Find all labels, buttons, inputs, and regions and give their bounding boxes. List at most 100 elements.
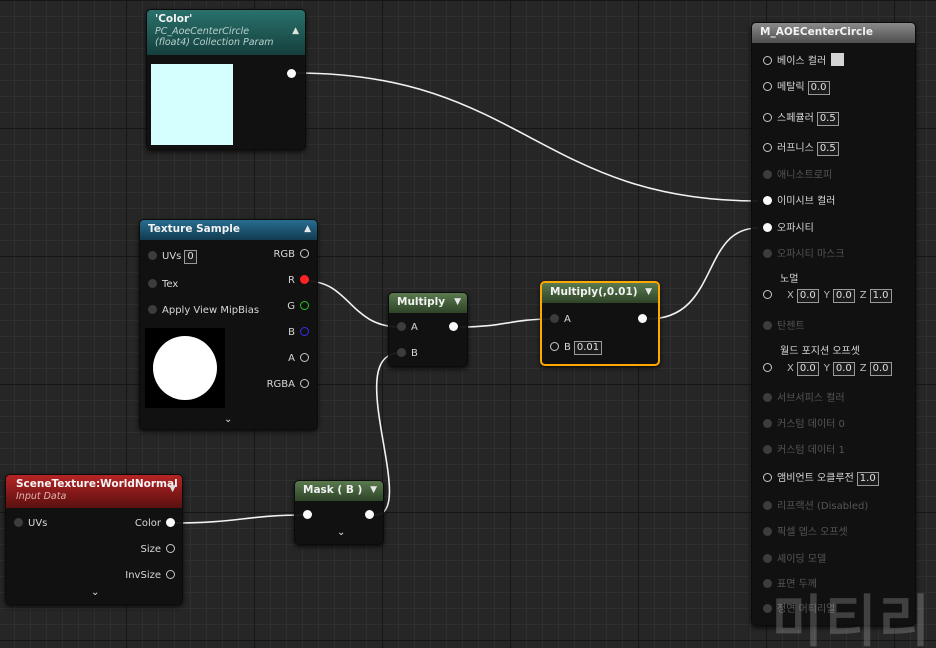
tex-input-pin[interactable]: Tex [148, 278, 178, 292]
output-pin-icon [365, 510, 374, 519]
multiply-constant-output-pin[interactable] [638, 313, 647, 327]
r-output-pin[interactable]: R [288, 274, 309, 288]
mask-node-title: Mask ( B ) [303, 484, 363, 496]
refraction-label: 리프랙션 (Disabled) [777, 501, 869, 512]
chevron-up-icon[interactable]: ▲ [304, 220, 311, 239]
chevron-down-icon[interactable]: ▼ [169, 484, 176, 494]
emissive-input-pin[interactable]: 이미시브 컬러 [763, 195, 835, 209]
input-pin-icon [763, 527, 772, 536]
wpo-x-field[interactable]: 0.0 [796, 362, 819, 376]
param-node-subtitle-type: (float4) Collection Param [155, 37, 274, 48]
multiply-b-input-pin[interactable]: B [397, 347, 418, 361]
roughness-label: 러프니스 [777, 143, 814, 154]
expand-chevron-icon[interactable]: ⌄ [337, 527, 345, 538]
texture-sample-node[interactable]: Texture Sample ▲ UVs 0 Tex Apply View Mip… [139, 219, 318, 430]
uvs-input-pin[interactable]: UVs 0 [148, 250, 197, 264]
wpo-input-pin[interactable]: X 0.0 Y 0.0 Z 0.0 [763, 362, 892, 376]
multiply-constant-a-input-pin[interactable]: A [550, 313, 571, 327]
material-node-header[interactable]: M_AOECenterCircle [752, 23, 915, 43]
scene-color-output-pin[interactable]: Color [135, 517, 175, 531]
expand-chevron-icon[interactable]: ⌄ [224, 414, 232, 425]
custom1-label: 커스텀 데이터 1 [777, 445, 845, 456]
a-output-pin[interactable]: A [288, 352, 309, 366]
output-pin-icon [166, 570, 175, 579]
metallic-input-pin[interactable]: 메탈릭 0.0 [763, 81, 830, 95]
scene-texture-node[interactable]: SceneTexture:WorldNormal Input Data ▼ UV… [5, 474, 183, 605]
input-pin-icon [14, 518, 23, 527]
multiply-node-title: Multiply [397, 296, 446, 308]
specular-input-pin[interactable]: 스페큘러 0.5 [763, 112, 839, 126]
input-pin-icon [148, 305, 157, 314]
multiply-constant-b-value-field[interactable]: 0.01 [573, 341, 603, 355]
collection-param-node[interactable]: 'Color' PC_AoeCenterCircle (float4) Coll… [146, 9, 306, 150]
metallic-value-field[interactable]: 0.0 [807, 81, 830, 95]
mask-input-pin[interactable] [303, 509, 312, 523]
wire-r-to-multiply-a [305, 280, 401, 328]
shading-model-label: 셰이딩 모델 [777, 554, 827, 565]
base-color-swatch[interactable] [831, 53, 845, 66]
ao-label: 앰비언트 오클루전 [777, 473, 854, 484]
rgb-output-pin[interactable]: RGB [273, 248, 309, 262]
chevron-down-icon[interactable]: ▼ [370, 481, 377, 500]
chevron-down-icon[interactable]: ▼ [645, 283, 652, 302]
scene-node-header[interactable]: SceneTexture:WorldNormal Input Data ▼ [6, 475, 182, 508]
output-pin-icon [300, 379, 309, 388]
pdo-input-pin: 픽셀 뎁스 오프셋 [763, 526, 848, 540]
mask-output-pin[interactable] [365, 509, 374, 523]
output-pin-icon [638, 314, 647, 323]
custom1-input-pin: 커스텀 데이터 1 [763, 444, 845, 458]
chevron-down-icon[interactable]: ▼ [454, 293, 461, 312]
multiply-a-input-pin[interactable]: A [397, 321, 418, 335]
ao-value-field[interactable]: 1.0 [856, 472, 879, 486]
output-pin-icon [166, 518, 175, 527]
roughness-value-field[interactable]: 0.5 [816, 142, 839, 156]
param-output-pin[interactable] [287, 68, 296, 82]
input-pin-icon [763, 363, 772, 372]
uvs-value-field[interactable]: 0 [184, 250, 197, 264]
wpo-x-axis-label: X [787, 363, 794, 374]
ao-input-pin[interactable]: 앰비언트 오클루전 1.0 [763, 472, 879, 486]
output-pin-icon [166, 544, 175, 553]
wire-color-to-mask [172, 514, 308, 524]
normal-y-field[interactable]: 0.0 [832, 289, 855, 303]
scene-size-output-pin[interactable]: Size [140, 543, 175, 557]
rgba-output-pin[interactable]: RGBA [267, 378, 309, 392]
mask-node[interactable]: Mask ( B ) ▼ ⌄ [294, 480, 384, 545]
normal-x-field[interactable]: 0.0 [796, 289, 819, 303]
normal-input-pin[interactable]: X 0.0 Y 0.0 Z 1.0 [763, 289, 892, 303]
scene-invsize-output-pin[interactable]: InvSize [125, 569, 175, 583]
base-color-label: 베이스 컬러 [777, 56, 827, 67]
wpo-z-field[interactable]: 0.0 [869, 362, 892, 376]
mask-node-header[interactable]: Mask ( B ) ▼ [295, 481, 383, 501]
g-output-pin[interactable]: G [287, 300, 309, 314]
param-node-header[interactable]: 'Color' PC_AoeCenterCircle (float4) Coll… [147, 10, 305, 55]
wpo-y-field[interactable]: 0.0 [832, 362, 855, 376]
b-output-pin[interactable]: B [288, 326, 309, 340]
specular-value-field[interactable]: 0.5 [816, 112, 839, 126]
input-pin-icon [763, 419, 772, 428]
opacity-label: 오파시티 [777, 223, 814, 234]
multiply-output-pin[interactable] [449, 321, 458, 335]
output-pin-icon [300, 301, 309, 310]
multiply-constant-node-header[interactable]: Multiply(,0.01) ▼ [542, 283, 658, 303]
texture-node-header[interactable]: Texture Sample ▲ [140, 220, 317, 240]
multiply-constant-b-input-pin[interactable]: B 0.01 [550, 341, 603, 355]
tangent-input-pin: 탄젠트 [763, 320, 805, 334]
multiply-node-header[interactable]: Multiply ▼ [389, 293, 467, 313]
mipbias-input-pin[interactable]: Apply View MipBias [148, 304, 259, 318]
multiply-constant-node[interactable]: Multiply(,0.01) ▼ A B 0.01 [540, 281, 660, 366]
multiply-node[interactable]: Multiply ▼ A B [388, 292, 468, 367]
scene-uvs-input-pin[interactable]: UVs [14, 517, 47, 531]
g-label: G [287, 301, 295, 312]
material-result-node[interactable]: M_AOECenterCircle 베이스 컬러 메탈릭 0.0 스페큘러 0.5 … [751, 22, 916, 626]
normal-z-field[interactable]: 1.0 [869, 289, 892, 303]
base-color-input-pin[interactable]: 베이스 컬러 [763, 53, 845, 67]
multiply-b-label: B [411, 348, 418, 359]
input-pin-icon [763, 223, 772, 232]
roughness-input-pin[interactable]: 러프니스 0.5 [763, 142, 839, 156]
chevron-up-icon[interactable]: ▲ [292, 26, 299, 36]
output-pin-icon [300, 249, 309, 258]
opacity-input-pin[interactable]: 오파시티 [763, 222, 814, 236]
expand-chevron-icon[interactable]: ⌄ [91, 587, 99, 598]
scene-size-label: Size [140, 544, 161, 555]
